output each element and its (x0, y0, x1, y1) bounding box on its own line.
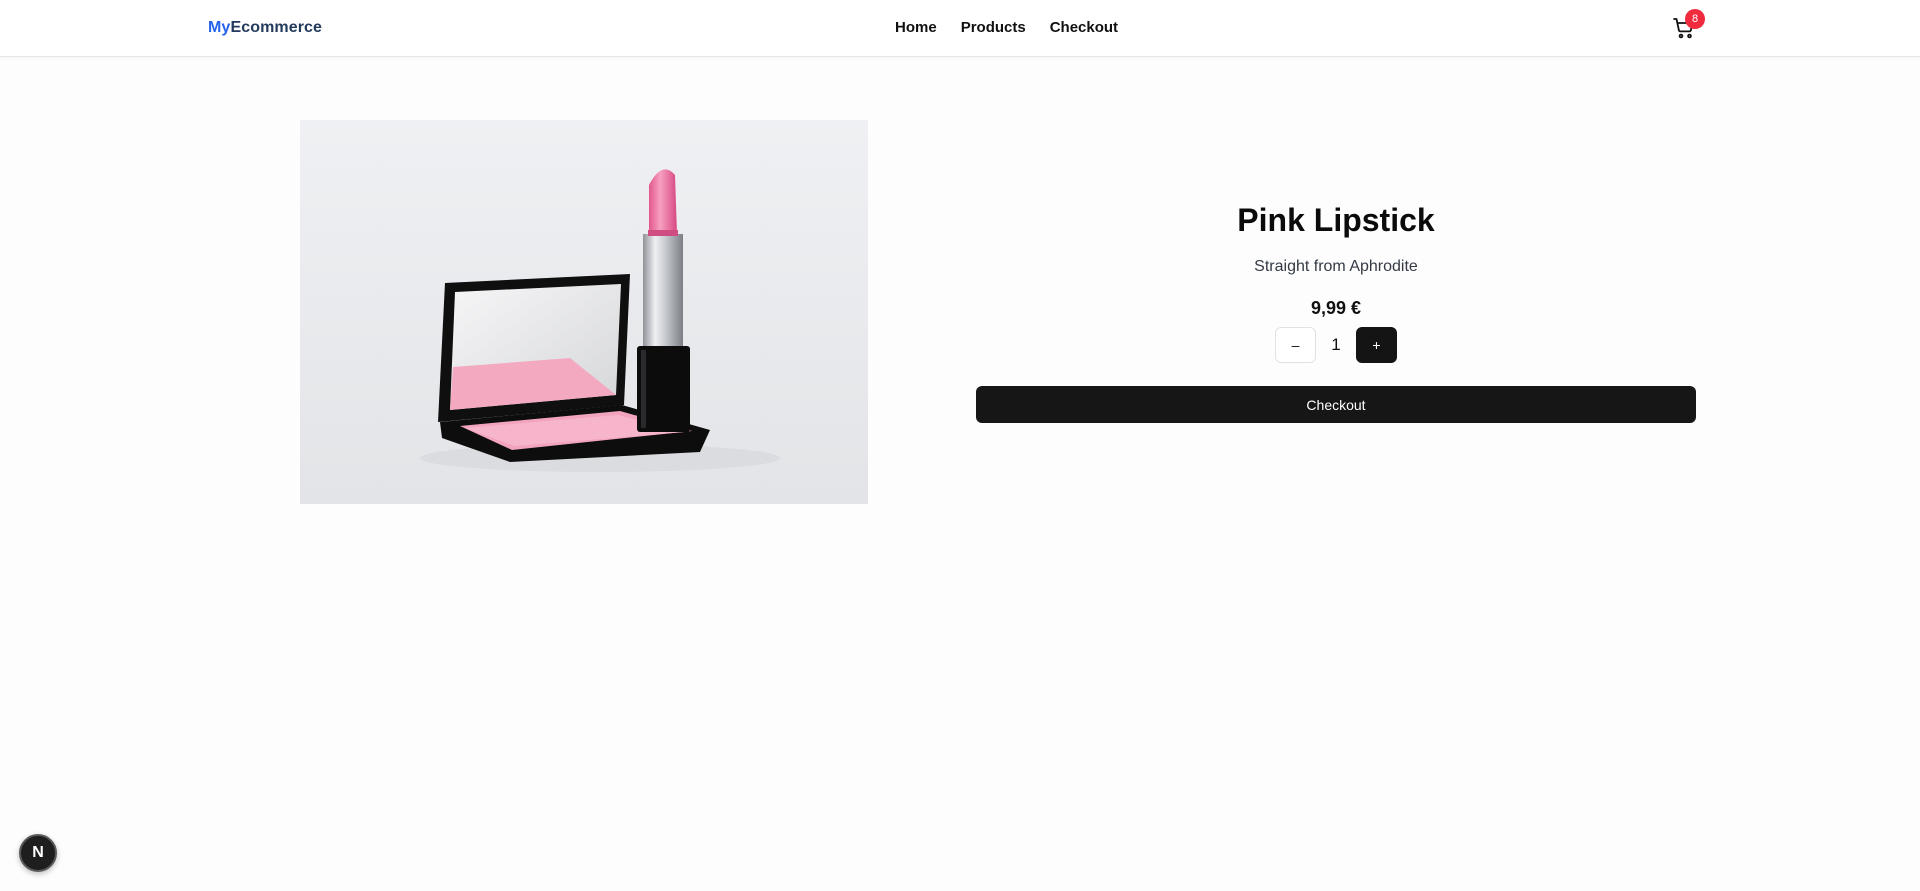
nav-link-checkout[interactable]: Checkout (1050, 19, 1118, 36)
product-photo (300, 120, 868, 504)
decrease-quantity-button[interactable]: – (1275, 327, 1316, 363)
dev-tools-badge[interactable]: N (19, 834, 57, 872)
quantity-stepper: – 1 + (1275, 327, 1397, 363)
nav-link-products[interactable]: Products (961, 19, 1026, 36)
product-price: 9,99 € (1310, 298, 1362, 318)
product-image (300, 120, 868, 504)
main-nav: Home Products Checkout (895, 19, 1118, 36)
increase-quantity-button[interactable]: + (1356, 327, 1397, 363)
brand-logo[interactable]: MyEcommerce (208, 19, 322, 37)
nav-link-home[interactable]: Home (895, 19, 937, 36)
brand-logo-part-1: My (208, 19, 231, 36)
brand-logo-part-2: Ecommerce (230, 19, 323, 36)
product-title: Pink Lipstick (1237, 202, 1435, 238)
cart-button[interactable]: 8 (1672, 9, 1705, 40)
cart-count-badge: 8 (1685, 9, 1705, 29)
product-description: Straight from Aphrodite (1254, 258, 1418, 275)
quantity-value: 1 (1331, 335, 1341, 354)
top-navbar: MyEcommerce Home Products Checkout 8 (0, 0, 1920, 57)
checkout-button[interactable]: Checkout (976, 386, 1696, 423)
